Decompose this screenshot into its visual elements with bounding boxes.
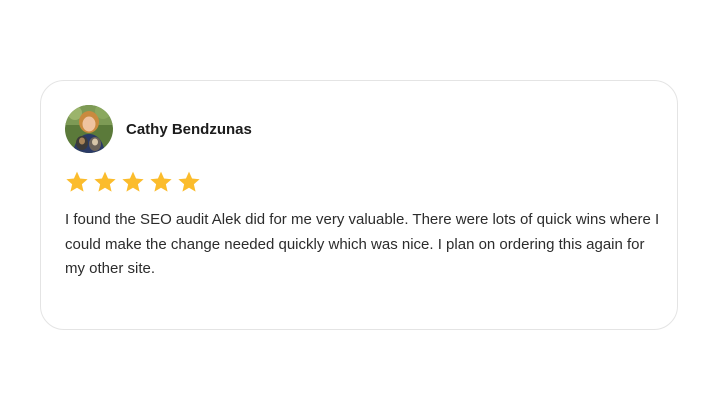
star-rating (65, 170, 201, 194)
star-icon (150, 171, 172, 192)
review-card: Cathy Bendzunas I found the SEO audit Al… (40, 80, 678, 330)
avatar (65, 105, 113, 153)
star-icon (94, 171, 116, 192)
star-icon (178, 171, 200, 192)
review-text: I found the SEO audit Alek did for me ve… (65, 211, 660, 277)
review-header: Cathy Bendzunas (65, 105, 252, 153)
star-icon (66, 171, 88, 192)
avatar-photo (65, 105, 113, 153)
star-icon (122, 171, 144, 192)
reviewer-name: Cathy Bendzunas (126, 120, 252, 138)
